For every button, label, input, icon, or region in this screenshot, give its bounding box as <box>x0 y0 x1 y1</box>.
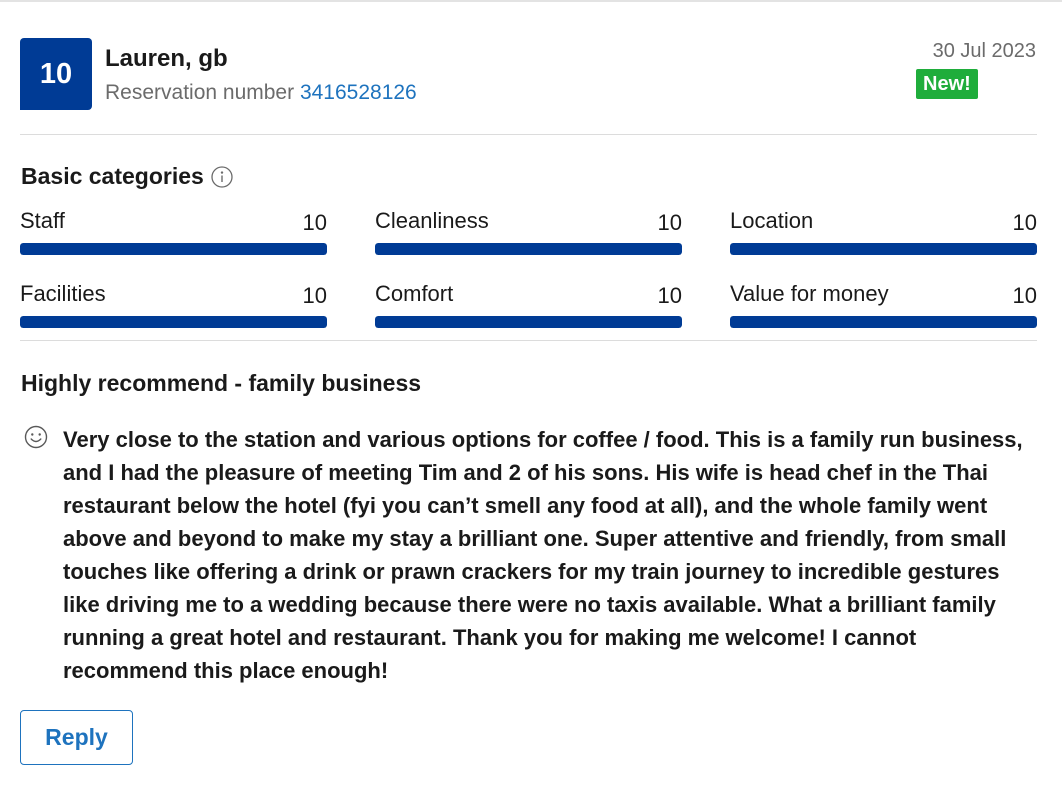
category-comfort: Comfort 10 <box>375 281 682 329</box>
category-score-bar <box>375 316 682 328</box>
category-label: Location <box>730 208 814 233</box>
categories-heading: Basic categories <box>21 163 233 190</box>
category-score-bar <box>730 316 1037 328</box>
reservation-label: Reservation number <box>105 81 295 104</box>
review-score-badge: 10 <box>20 38 92 110</box>
category-label: Staff <box>20 208 65 233</box>
category-score-bar-fill <box>20 243 327 255</box>
smiley-icon <box>24 425 48 449</box>
category-score-bar <box>20 316 327 328</box>
category-score: 10 <box>657 283 682 308</box>
category-label: Cleanliness <box>375 208 489 233</box>
category-value-for-money: Value for money 10 <box>730 281 1037 329</box>
reviewer-name: Lauren, gb <box>105 45 228 72</box>
category-location: Location 10 <box>730 208 1037 256</box>
category-facilities: Facilities 10 <box>20 281 327 329</box>
category-score: 10 <box>302 210 327 235</box>
category-label: Facilities <box>20 281 106 306</box>
category-label: Value for money <box>730 281 889 306</box>
category-cleanliness: Cleanliness 10 <box>375 208 682 256</box>
reservation-info: Reservation number 3416528126 <box>105 81 417 105</box>
new-badge: New! <box>916 69 978 99</box>
category-label: Comfort <box>375 281 454 306</box>
category-score-bar-fill <box>20 316 327 328</box>
category-score-bar <box>375 243 682 255</box>
review-title: Highly recommend - family business <box>21 370 422 396</box>
categories-title: Basic categories <box>21 163 204 189</box>
reply-button[interactable]: Reply <box>20 710 133 765</box>
top-divider <box>0 0 1062 2</box>
category-score: 10 <box>1012 210 1037 235</box>
header-divider <box>20 134 1037 135</box>
reservation-number-link[interactable]: 3416528126 <box>300 81 417 104</box>
info-circle-icon[interactable] <box>211 165 233 188</box>
category-score-bar-fill <box>375 243 682 255</box>
category-score: 10 <box>302 283 327 308</box>
category-score-bar-fill <box>730 243 1037 255</box>
categories-divider <box>20 340 1037 341</box>
category-score-bar <box>730 243 1037 255</box>
category-score: 10 <box>1012 283 1037 308</box>
category-staff: Staff 10 <box>20 208 327 256</box>
category-score-bar <box>20 243 327 255</box>
review-date: 30 Jul 2023 <box>932 40 1036 62</box>
category-score-bar-fill <box>375 316 682 328</box>
category-score-bar-fill <box>730 316 1037 328</box>
review-text: Very close to the station and various op… <box>63 427 1023 683</box>
category-score: 10 <box>657 210 682 235</box>
